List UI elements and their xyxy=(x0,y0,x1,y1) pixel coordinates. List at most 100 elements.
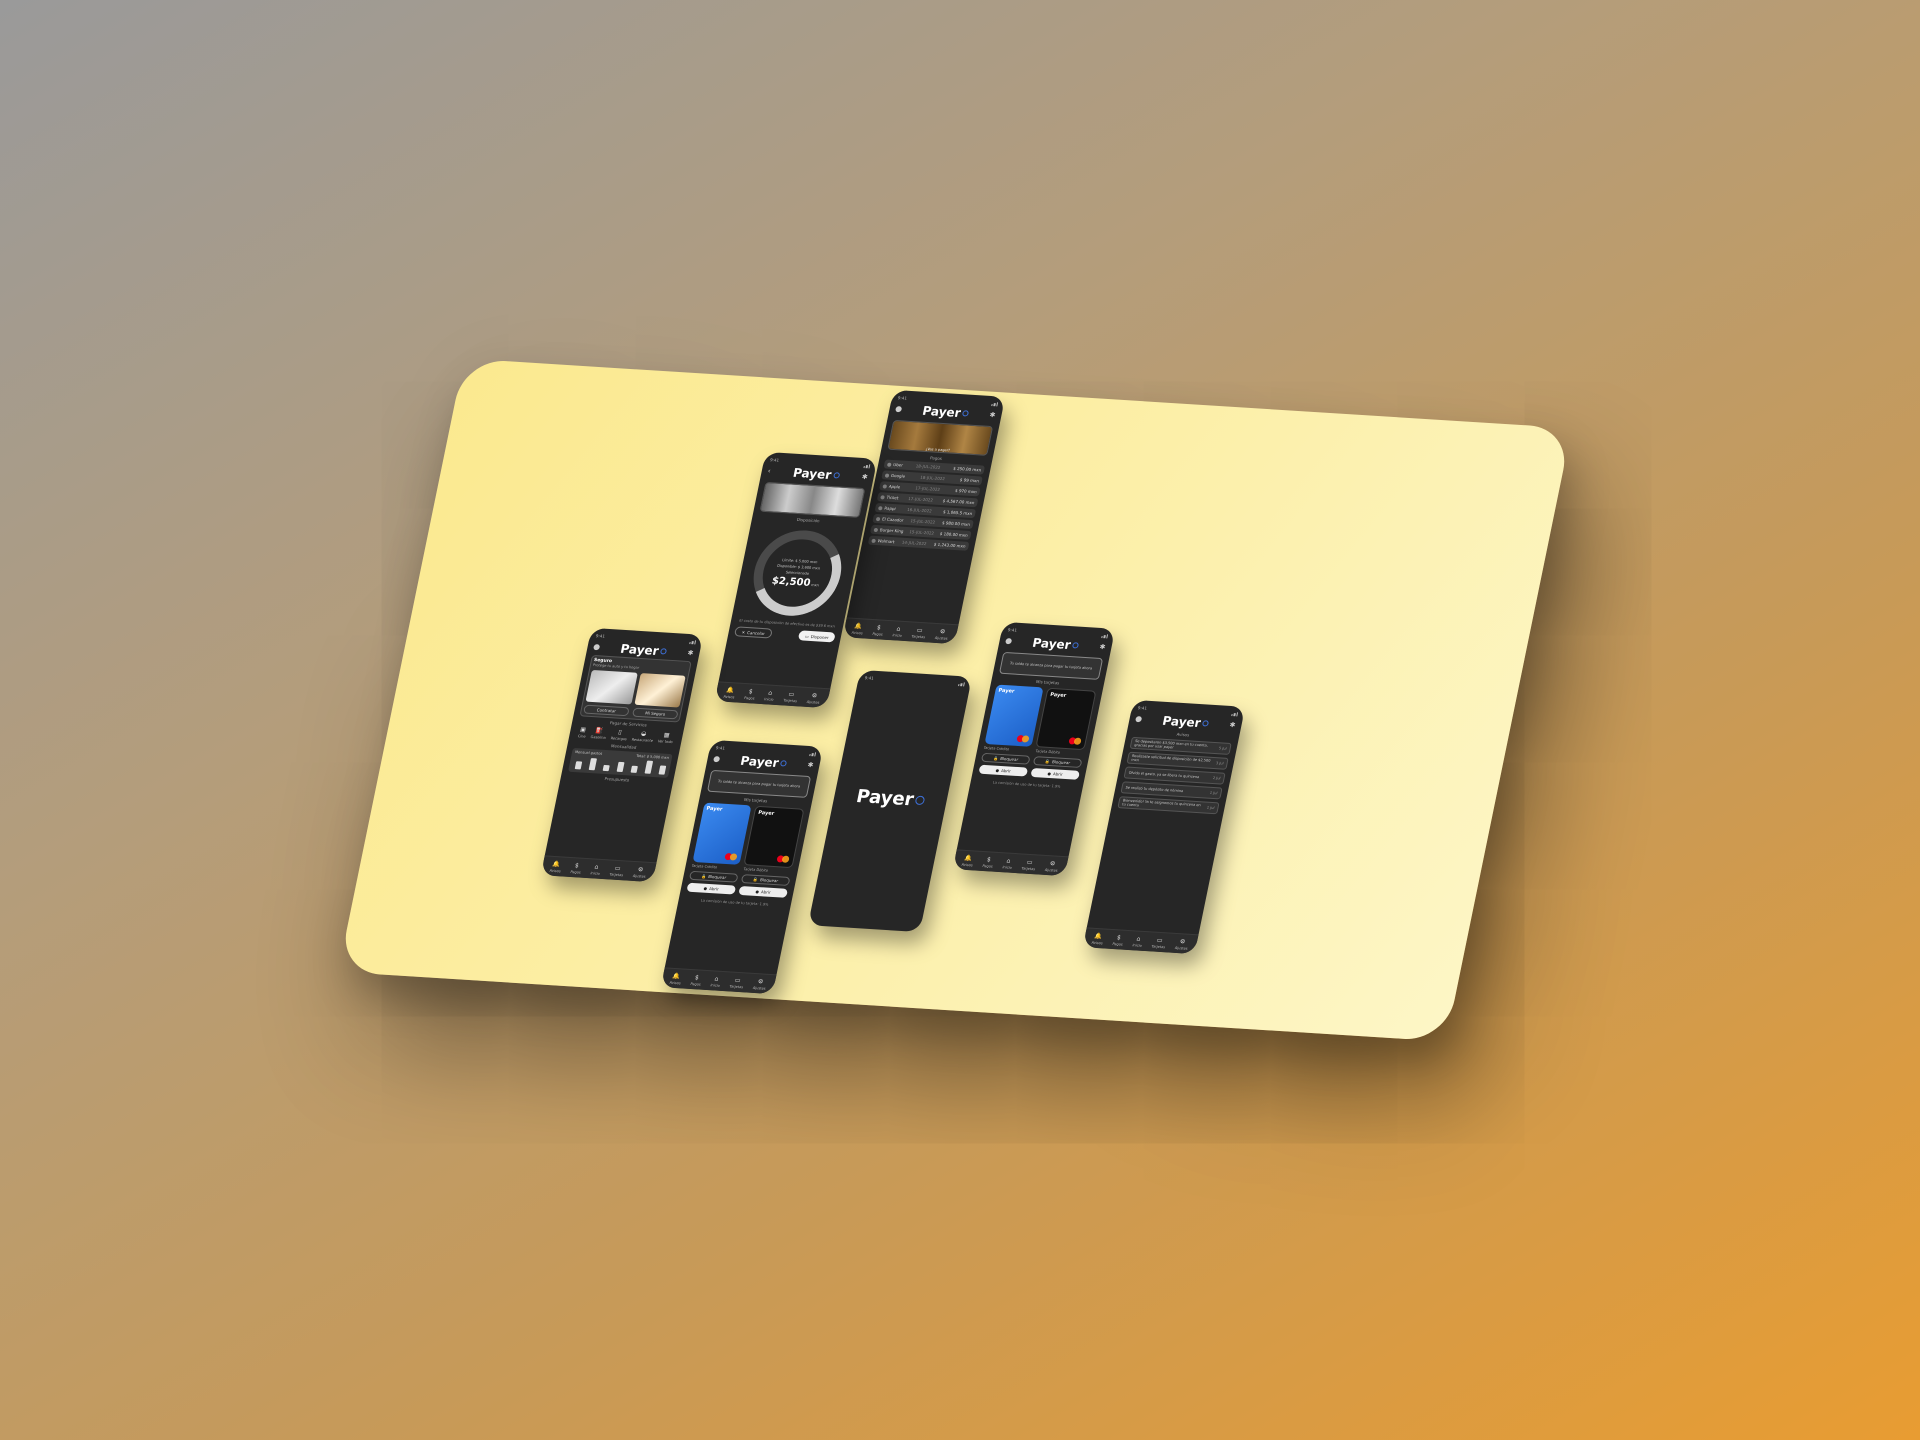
nav-item-ajustes[interactable]: ⚙ Ajustes xyxy=(1044,860,1060,873)
nav-item-tarjetas[interactable]: ▭ Tarjetas xyxy=(729,976,745,988)
nav-item-pagos[interactable]: $ Pagos xyxy=(690,974,703,987)
block-button-2[interactable]: 🔒 Bloquear xyxy=(1032,756,1083,768)
block-button-2[interactable]: 🔒 Bloquear xyxy=(740,874,791,886)
alert-item[interactable]: Bienvenido! Ya te asignamos tu quincena … xyxy=(1117,796,1220,815)
nav-label: Ajustes xyxy=(1044,867,1059,873)
gear-icon[interactable]: ✱ xyxy=(861,473,868,481)
alert-date: 5 Jul xyxy=(1218,746,1227,751)
alert-text: Olvida el gasto, ya se libera tu quincen… xyxy=(1128,770,1200,780)
nav-item-tarjetas[interactable]: ▭ Tarjetas xyxy=(911,626,927,638)
nav-item-avisos[interactable]: 🔔 Avisos xyxy=(549,860,562,872)
nav-item-pagos[interactable]: $ Pagos xyxy=(570,862,583,874)
block-button[interactable]: 🔒 Bloquear xyxy=(688,870,739,883)
open-button[interactable]: ● Abrir xyxy=(686,882,737,895)
nav-item-inicio[interactable]: ⌂ Inicio xyxy=(590,863,602,875)
gear-icon[interactable]: ✱ xyxy=(687,649,694,657)
merchant-name: El Cazador xyxy=(881,516,904,523)
nav-item-ajustes[interactable]: ⚙ Ajustes xyxy=(633,866,648,878)
amount-gauge[interactable]: Límite: $ 5,000 mxn Disponible: $ 3,600 … xyxy=(745,527,850,619)
promo-banner[interactable] xyxy=(759,481,866,518)
nav-item-ajustes[interactable]: ⚙ Ajustes xyxy=(806,691,821,704)
credit-card[interactable]: Payer xyxy=(692,802,752,865)
nav-item-ajustes[interactable]: ⚙ Ajustes xyxy=(1175,938,1190,950)
card-icon: ▭ xyxy=(614,864,622,872)
expenses-label: Mensual gastos xyxy=(574,750,603,756)
status-time: 9:41 xyxy=(1007,627,1018,633)
gear-icon[interactable]: ✱ xyxy=(807,761,814,769)
nav-item-inicio[interactable]: ⌂ Inicio xyxy=(1002,857,1014,869)
payment-date: 15-JUL-2022 xyxy=(908,529,935,536)
nav-item-pagos[interactable]: $ Pagos xyxy=(982,856,995,869)
nav-label: Pagos xyxy=(982,863,994,869)
nav-item-tarjetas[interactable]: ▭ Tarjetas xyxy=(609,864,625,876)
payment-amount: $ 250.00 mxn xyxy=(952,465,982,473)
nav-item-tarjetas[interactable]: ▭ Tarjetas xyxy=(783,690,799,702)
nav-item-inicio[interactable]: ⌂ Inicio xyxy=(710,975,722,987)
selected-label: Seleccionado xyxy=(785,569,810,576)
debit-card[interactable]: Payer xyxy=(743,805,805,869)
card-icon: ▭ xyxy=(734,976,742,984)
open-button-2[interactable]: ● Abrir xyxy=(738,885,789,898)
nav-label: Ajustes xyxy=(752,985,767,991)
credit-card[interactable]: Payer xyxy=(984,684,1044,747)
user-icon[interactable] xyxy=(713,756,721,763)
service-1[interactable]: ⛽ Gasolina xyxy=(590,727,608,740)
payment-date: 18-JUL-2022 xyxy=(919,474,946,482)
nav-item-avisos[interactable]: 🔔 Avisos xyxy=(1091,932,1104,944)
dispose-button[interactable]: ▭ Disponer xyxy=(798,630,836,643)
bar xyxy=(588,758,598,771)
nav-label: Inicio xyxy=(763,696,775,702)
nav-item-inicio[interactable]: ⌂ Inicio xyxy=(764,689,776,701)
mastercard-icon xyxy=(724,853,737,861)
nav-item-ajustes[interactable]: ⚙ Ajustes xyxy=(935,628,950,640)
nav-item-pagos[interactable]: $ Pagos xyxy=(872,624,885,636)
nav-item-tarjetas[interactable]: ▭ Tarjetas xyxy=(1151,936,1167,948)
lock-icon: 🔒 xyxy=(700,873,707,879)
hire-button[interactable]: Contratar xyxy=(583,704,630,717)
payment-date: 17-JUL-2022 xyxy=(914,485,941,492)
merchant-icon xyxy=(882,483,888,489)
mastercard-icon xyxy=(1068,737,1081,745)
user-icon[interactable] xyxy=(1005,638,1013,645)
merchant-icon xyxy=(875,516,881,521)
nav-item-pagos[interactable]: $ Pagos xyxy=(1112,934,1125,946)
debit-card[interactable]: Payer xyxy=(1035,687,1097,751)
nav-label: Inicio xyxy=(1132,942,1143,948)
signal-icon xyxy=(863,463,871,468)
back-arrow-icon[interactable]: ‹ xyxy=(767,467,771,475)
bar xyxy=(616,761,625,773)
alert-date: 1 Jul xyxy=(1209,790,1218,796)
nav-item-ajustes[interactable]: ⚙ Ajustes xyxy=(752,978,768,991)
open-button-2[interactable]: ● Abrir xyxy=(1030,767,1081,780)
nav-item-pagos[interactable]: $ Pagos xyxy=(744,687,757,700)
dollar-icon: $ xyxy=(748,687,754,695)
service-3[interactable]: ◒ Restaurante xyxy=(631,730,655,743)
payment-date: 14-JUL-2022 xyxy=(901,539,928,547)
nav-item-inicio[interactable]: ⌂ Inicio xyxy=(892,625,904,637)
mastercard-icon xyxy=(1016,735,1029,743)
user-icon[interactable] xyxy=(895,406,903,413)
cancel-button[interactable]: ✕ Cancelar xyxy=(733,626,773,639)
open-button[interactable]: ● Abrir xyxy=(978,764,1029,777)
nav-item-avisos[interactable]: 🔔 Avisos xyxy=(723,686,736,698)
nav-item-avisos[interactable]: 🔔 Avisos xyxy=(669,972,682,984)
service-2[interactable]: ▯ Recargas xyxy=(610,728,628,741)
promo-banner[interactable]: ¿Vas a pagar? xyxy=(887,419,994,456)
settings-icon: ⚙ xyxy=(811,691,818,700)
nav-item-inicio[interactable]: ⌂ Inicio xyxy=(1132,935,1144,947)
nav-label: Pagos xyxy=(690,981,702,987)
nav-item-avisos[interactable]: 🔔 Avisos xyxy=(851,622,864,634)
status-time: 9:41 xyxy=(864,675,875,681)
block-button[interactable]: 🔒 Bloquear xyxy=(980,752,1031,765)
user-icon[interactable] xyxy=(593,644,601,651)
service-0[interactable]: ▣ Cine xyxy=(577,726,587,738)
home-icon: ⌂ xyxy=(713,975,720,983)
service-4[interactable]: ▦ Ver todo xyxy=(658,731,675,745)
gear-icon[interactable]: ✱ xyxy=(1099,643,1106,651)
gear-icon[interactable]: ✱ xyxy=(989,411,996,419)
nav-item-tarjetas[interactable]: ▭ Tarjetas xyxy=(1021,858,1037,870)
gear-icon[interactable]: ✱ xyxy=(1229,721,1236,729)
user-icon[interactable] xyxy=(1135,716,1143,723)
nav-item-avisos[interactable]: 🔔 Avisos xyxy=(961,854,974,866)
my-insurance-button[interactable]: Mi Seguro xyxy=(631,707,679,720)
